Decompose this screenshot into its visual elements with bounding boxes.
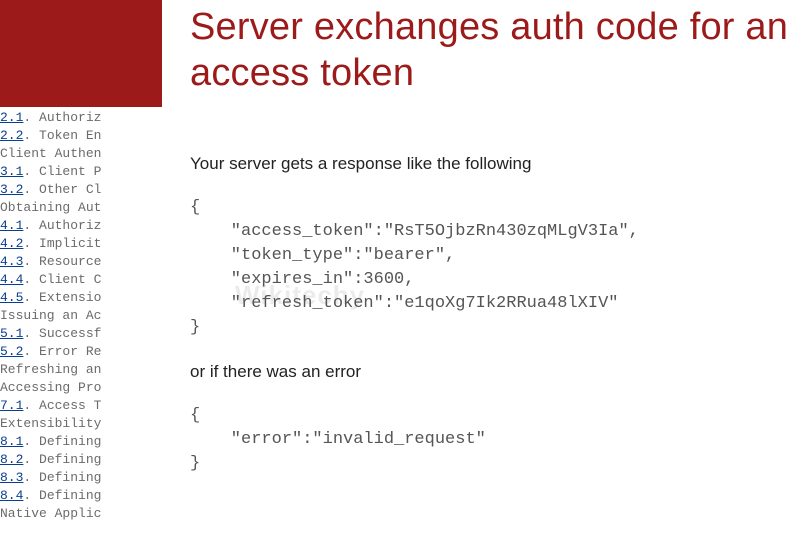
- intro-text: Your server gets a response like the fol…: [190, 154, 809, 174]
- toc-link[interactable]: 4.1: [0, 218, 23, 233]
- toc-row: 3.1. Client P: [0, 163, 166, 181]
- response-error-code: { "error":"invalid_request" }: [190, 404, 809, 476]
- toc-link[interactable]: 8.3: [0, 470, 23, 485]
- toc-row: 4.1. Authoriz: [0, 217, 166, 235]
- toc-row: 2.1. Authoriz: [0, 109, 166, 127]
- toc-label: Authoriz: [39, 218, 101, 233]
- toc-separator: .: [23, 272, 39, 287]
- toc-separator: .: [23, 218, 39, 233]
- toc-label: Implicit: [39, 236, 101, 251]
- toc-label: Issuing an Ac: [0, 308, 101, 323]
- toc-row: 4.2. Implicit: [0, 235, 166, 253]
- toc-separator: .: [23, 110, 39, 125]
- toc-row: 8.4. Defining: [0, 487, 166, 505]
- toc-row: 4.5. Extensio: [0, 289, 166, 307]
- toc-separator: .: [23, 164, 39, 179]
- toc-row: 5.1. Successf: [0, 325, 166, 343]
- toc-row: 7.1. Access T: [0, 397, 166, 415]
- toc-row: 3.2. Other Cl: [0, 181, 166, 199]
- toc-row: Extensibility: [0, 415, 166, 433]
- toc-link[interactable]: 3.2: [0, 182, 23, 197]
- toc-separator: .: [23, 434, 39, 449]
- toc-separator: .: [23, 290, 39, 305]
- toc-label: Extensibility: [0, 416, 101, 431]
- toc-row: 2.2. Token En: [0, 127, 166, 145]
- toc-row: 8.2. Defining: [0, 451, 166, 469]
- toc-label: Refreshing an: [0, 362, 101, 377]
- toc-separator: .: [23, 344, 39, 359]
- toc-label: Authoriz: [39, 110, 101, 125]
- toc-link[interactable]: 4.5: [0, 290, 23, 305]
- toc-link[interactable]: 5.1: [0, 326, 23, 341]
- toc-row: 5.2. Error Re: [0, 343, 166, 361]
- toc-link[interactable]: 8.4: [0, 488, 23, 503]
- toc-row: Native Applic: [0, 505, 166, 523]
- toc-label: Client P: [39, 164, 101, 179]
- toc-label: Accessing Pro: [0, 380, 101, 395]
- toc-separator: .: [23, 182, 39, 197]
- toc-label: Native Applic: [0, 506, 101, 521]
- toc-separator: .: [23, 488, 39, 503]
- toc-label: Defining: [39, 434, 101, 449]
- toc-separator: .: [23, 470, 39, 485]
- toc-label: Extensio: [39, 290, 101, 305]
- toc-link[interactable]: 7.1: [0, 398, 23, 413]
- toc-separator: .: [23, 254, 39, 269]
- response-success-code: { "access_token":"RsT5OjbzRn430zqMLgV3Ia…: [190, 196, 809, 340]
- toc-separator: .: [23, 398, 39, 413]
- sidebar: 2.1. Authoriz2.2. Token En Client Authen…: [0, 0, 166, 538]
- toc-row: Obtaining Aut: [0, 199, 166, 217]
- toc-label: Client C: [39, 272, 101, 287]
- toc-label: Obtaining Aut: [0, 200, 101, 215]
- toc-link[interactable]: 2.1: [0, 110, 23, 125]
- toc-link[interactable]: 8.1: [0, 434, 23, 449]
- toc-separator: .: [23, 236, 39, 251]
- toc-row: 8.1. Defining: [0, 433, 166, 451]
- toc-separator: .: [23, 452, 39, 467]
- toc-row: Accessing Pro: [0, 379, 166, 397]
- toc-separator: .: [23, 128, 39, 143]
- toc-link[interactable]: 5.2: [0, 344, 23, 359]
- toc-link[interactable]: 4.3: [0, 254, 23, 269]
- toc-row: Client Authen: [0, 145, 166, 163]
- toc-label: Resource: [39, 254, 101, 269]
- toc-label: Other Cl: [39, 182, 101, 197]
- toc-separator: .: [23, 326, 39, 341]
- toc-label: Defining: [39, 452, 101, 467]
- toc-link[interactable]: 2.2: [0, 128, 23, 143]
- sidebar-red-block: [0, 0, 162, 107]
- toc-row: Refreshing an: [0, 361, 166, 379]
- toc-link[interactable]: 4.4: [0, 272, 23, 287]
- page-title: Server exchanges auth code for an access…: [190, 4, 809, 96]
- toc-row: 8.3. Defining: [0, 469, 166, 487]
- toc-label: Defining: [39, 470, 101, 485]
- toc-label: Access T: [39, 398, 101, 413]
- toc-list: 2.1. Authoriz2.2. Token En Client Authen…: [0, 109, 166, 523]
- toc-link[interactable]: 4.2: [0, 236, 23, 251]
- main-content: Server exchanges auth code for an access…: [190, 0, 809, 538]
- toc-row: 4.3. Resource: [0, 253, 166, 271]
- toc-link[interactable]: 8.2: [0, 452, 23, 467]
- toc-label: Token En: [39, 128, 101, 143]
- toc-row: Issuing an Ac: [0, 307, 166, 325]
- mid-text: or if there was an error: [190, 362, 809, 382]
- toc-label: Client Authen: [0, 146, 101, 161]
- toc-label: Defining: [39, 488, 101, 503]
- toc-row: 4.4. Client C: [0, 271, 166, 289]
- toc-label: Successf: [39, 326, 101, 341]
- toc-label: Error Re: [39, 344, 101, 359]
- toc-link[interactable]: 3.1: [0, 164, 23, 179]
